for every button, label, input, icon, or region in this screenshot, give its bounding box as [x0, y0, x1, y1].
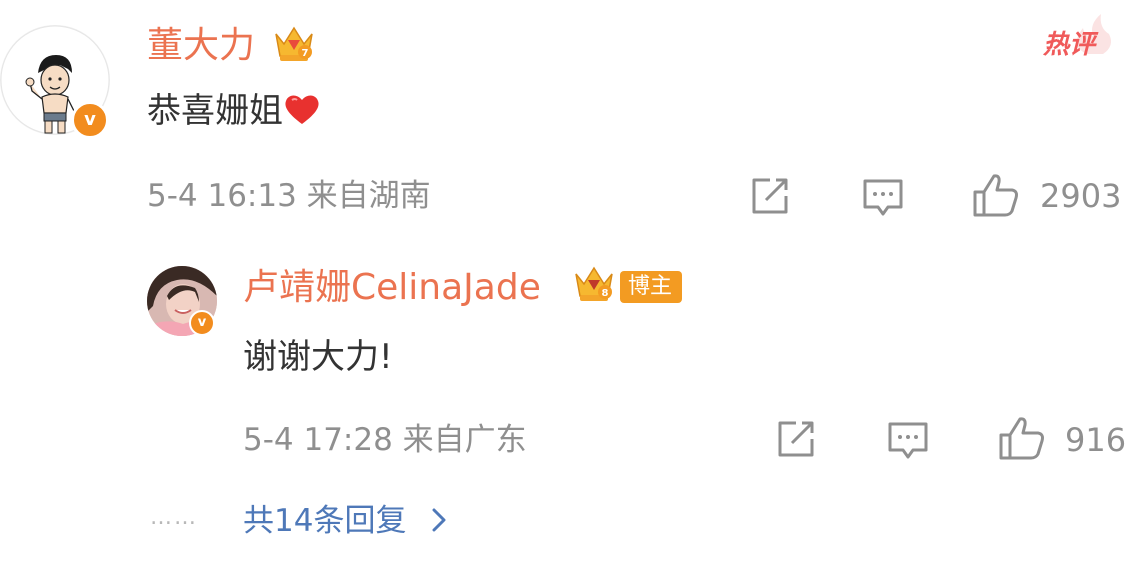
verified-badge-icon: v	[71, 101, 109, 139]
comment-text: 恭喜姗姐	[147, 89, 321, 133]
comment-text-body: 恭喜姗姐	[147, 91, 283, 131]
comment-icon[interactable]	[862, 176, 904, 218]
reply-comment-icon[interactable]	[887, 419, 929, 461]
like-icon[interactable]	[972, 172, 1020, 218]
chevron-right-icon	[428, 505, 450, 532]
view-replies-link[interactable]: 共14条回复	[243, 495, 450, 540]
host-badge: 博主	[620, 271, 683, 303]
crown-level-8-icon: 8	[572, 262, 616, 304]
reply-text: 谢谢大力!	[243, 337, 393, 377]
svg-text:7: 7	[302, 48, 309, 59]
reply-like-icon[interactable]	[998, 415, 1046, 461]
comment-username[interactable]: 董大力	[147, 24, 255, 68]
more-dots: ……	[150, 505, 198, 530]
heart-icon	[283, 92, 321, 126]
share-icon[interactable]	[748, 176, 790, 218]
reply-share-icon[interactable]	[774, 419, 816, 461]
reply-username[interactable]: 卢靖姗CelinaJade	[243, 266, 541, 310]
svg-text:8: 8	[602, 288, 609, 299]
comment-meta: 5-4 16:13 来自湖南	[147, 178, 431, 214]
reply-meta: 5-4 17:28 来自广东	[243, 422, 527, 458]
like-count: 2903	[1040, 177, 1122, 215]
reply-like-count: 916	[1065, 421, 1127, 459]
reply-verified-badge-icon: v	[189, 310, 215, 336]
hot-comment-label: 热评	[1043, 30, 1096, 60]
crown-level-7-icon: 7	[272, 22, 316, 64]
view-replies-label: 共14条回复	[243, 503, 407, 539]
hot-comment-badge: 热评	[1043, 14, 1111, 61]
